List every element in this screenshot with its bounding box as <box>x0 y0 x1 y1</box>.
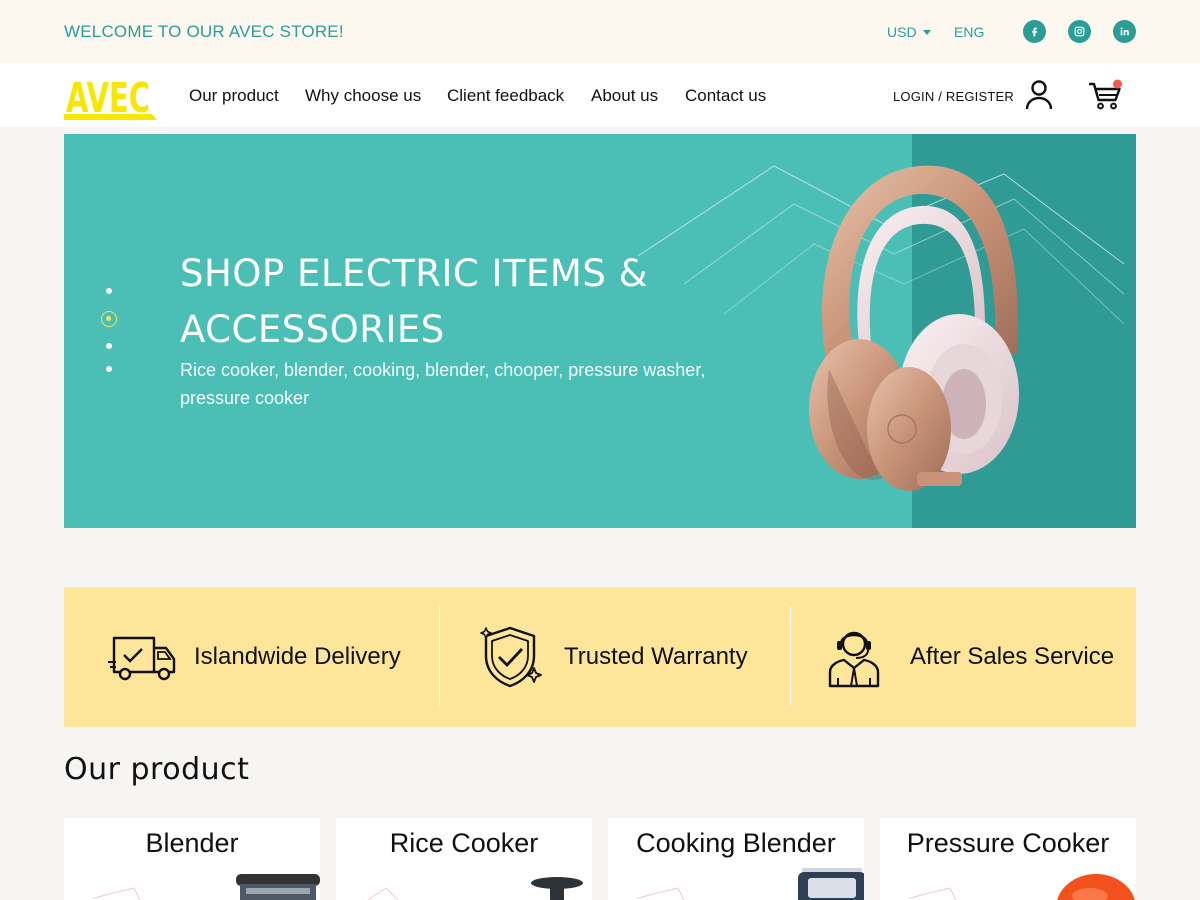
hero-subtitle: Rice cooker, blender, cooking, blender, … <box>180 360 706 408</box>
linkedin-icon[interactable] <box>1113 20 1136 43</box>
delivery-truck-icon <box>108 636 176 681</box>
nav-client-feedback[interactable]: Client feedback <box>447 86 564 106</box>
slide-dot-1[interactable] <box>106 288 112 294</box>
product-card-cooking-blender[interactable]: Cooking Blender <box>608 818 864 900</box>
pressure-cooker-image <box>909 874 1135 900</box>
rice-cooker-image <box>367 877 583 900</box>
product-title-cooking-blender: Cooking Blender <box>636 828 836 858</box>
slide-dot-4[interactable] <box>106 366 112 372</box>
features-strip: Islandwide Delivery Trusted Warranty Aft… <box>64 587 1136 727</box>
top-bar: WELCOME TO OUR AVEC STORE! USD ENG <box>0 0 1200 63</box>
nav-why-choose-us[interactable]: Why choose us <box>305 86 421 106</box>
hero-banner: SHOP ELECTRIC ITEMS & ACCESSORIES Rice c… <box>64 134 1136 528</box>
nav-contact-us[interactable]: Contact us <box>685 86 766 106</box>
cart-badge <box>1113 79 1122 89</box>
currency-label: USD <box>887 24 917 40</box>
cart-icon[interactable] <box>1086 77 1126 113</box>
nav-about-us[interactable]: About us <box>591 86 658 106</box>
product-title-rice-cooker: Rice Cooker <box>389 828 539 858</box>
logo-text: AVEC <box>66 74 150 120</box>
currency-selector[interactable]: USD <box>887 24 931 40</box>
feature-divider-1 <box>439 607 440 705</box>
feature-label-after-sales: After Sales Service <box>910 643 1115 670</box>
shield-check-icon <box>480 626 542 688</box>
support-agent-icon <box>828 631 880 688</box>
headphones-image <box>809 165 1019 491</box>
product-title-blender: Blender <box>145 828 239 858</box>
feature-warranty: Trusted Warranty <box>478 587 748 727</box>
feature-delivery: Islandwide Delivery <box>108 587 401 727</box>
feature-label-delivery: Islandwide Delivery <box>194 643 401 670</box>
slide-dot-2-active[interactable] <box>101 311 117 327</box>
blender-image <box>93 874 320 900</box>
welcome-message: WELCOME TO OUR AVEC STORE! <box>64 22 344 41</box>
facebook-icon[interactable] <box>1023 20 1046 43</box>
user-icon[interactable] <box>1022 78 1056 112</box>
nav-our-product[interactable]: Our product <box>189 86 279 106</box>
product-title-pressure-cooker: Pressure Cooker <box>906 828 1110 858</box>
feature-divider-2 <box>790 607 791 705</box>
feature-after-sales: After Sales Service <box>824 587 1114 727</box>
product-card-pressure-cooker[interactable]: Pressure Cooker <box>880 818 1136 900</box>
slide-dot-3[interactable] <box>106 343 112 349</box>
section-title-our-product: Our product <box>64 752 250 787</box>
feature-label-warranty: Trusted Warranty <box>564 643 748 670</box>
product-card-rice-cooker[interactable]: Rice Cooker <box>336 818 592 900</box>
instagram-icon[interactable] <box>1068 20 1091 43</box>
product-card-blender[interactable]: Blender <box>64 818 320 900</box>
login-register-link[interactable]: LOGIN / REGISTER <box>893 89 1014 104</box>
hero-title: SHOP ELECTRIC ITEMS & ACCESSORIES <box>180 252 648 351</box>
cooking-blender-image <box>637 868 864 900</box>
main-navbar: AVEC Our product Why choose us Client fe… <box>0 63 1200 127</box>
chevron-down-icon <box>922 29 931 35</box>
avec-logo[interactable]: AVEC <box>64 70 160 120</box>
language-selector[interactable]: ENG <box>954 24 984 40</box>
